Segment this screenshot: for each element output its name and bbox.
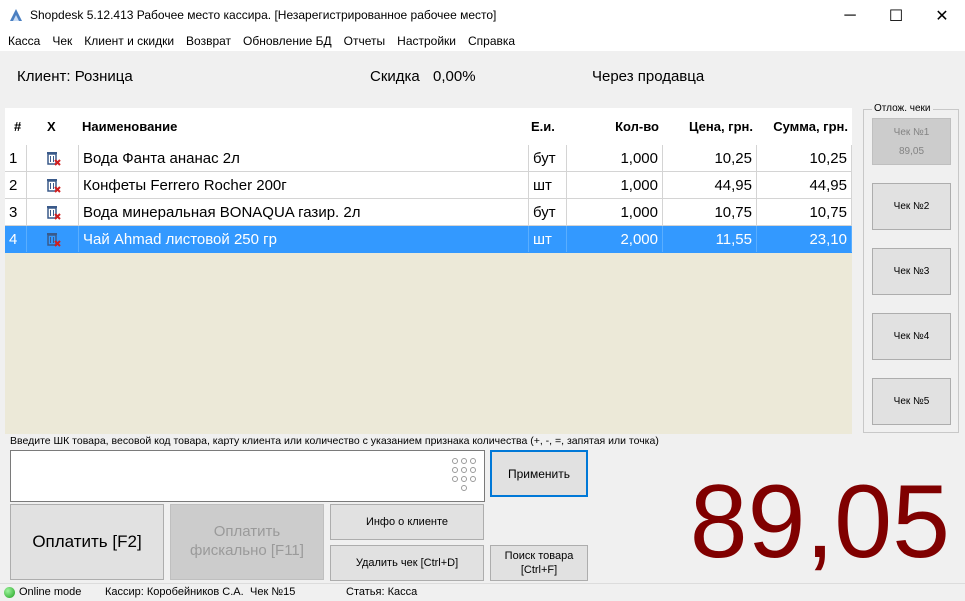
deferred-check-1: Чек №1 89,05 — [872, 118, 951, 165]
deferred-check-3[interactable]: Чек №3 — [872, 248, 951, 295]
pay-button[interactable]: Оплатить [F2] — [10, 504, 164, 580]
row-unit: шт — [529, 172, 567, 198]
row-name: Конфеты Ferrero Rocher 200г — [79, 172, 529, 198]
discount-value: 0,00% — [433, 68, 476, 85]
row-num: 4 — [5, 226, 27, 252]
deferred-check-label: Чек №5 — [893, 396, 930, 407]
input-hint: Введите ШК товара, весовой код товара, к… — [10, 435, 659, 447]
minimize-button[interactable]: ─ — [827, 0, 873, 31]
menu-update-db[interactable]: Обновление БД — [237, 34, 338, 48]
row-qty: 1,000 — [567, 199, 663, 225]
table-row[interactable]: 2 Конфеты Ferrero Rocher 200г шт 1,000 44,95… — [5, 172, 852, 199]
row-price: 10,25 — [663, 145, 757, 171]
row-qty: 2,000 — [567, 226, 663, 252]
online-status-icon — [4, 587, 15, 598]
menu-settings[interactable]: Настройки — [391, 34, 462, 48]
row-price: 44,95 — [663, 172, 757, 198]
client-label: Клиент: Розница — [17, 68, 133, 85]
delete-item-icon[interactable] — [27, 145, 79, 171]
window-title: Shopdesk 5.12.413 Рабочее место кассира.… — [30, 8, 497, 22]
row-sum: 44,95 — [757, 172, 852, 198]
close-button[interactable]: ✕ — [919, 0, 965, 31]
deferred-check-amount: 89,05 — [898, 145, 925, 157]
status-mode: Online mode — [19, 586, 82, 598]
header-num: # — [14, 119, 22, 134]
table-row[interactable]: 4 Чай Ahmad листовой 250 гр шт 2,000 11,55 23… — [5, 226, 852, 253]
status-bar: Online mode Кассир: Коробейников С.А. Че… — [0, 583, 965, 601]
total-amount: 89,05 — [689, 464, 950, 580]
search-product-button[interactable]: Поиск товара [Ctrl+F] — [490, 545, 588, 581]
row-sum: 23,10 — [757, 226, 852, 252]
delete-check-button[interactable]: Удалить чек [Ctrl+D] — [330, 545, 484, 581]
delete-item-icon[interactable] — [27, 172, 79, 198]
row-qty: 1,000 — [567, 145, 663, 171]
deferred-checks-title: Отлож. чеки — [872, 103, 933, 114]
header-qty[interactable]: Кол-во — [567, 108, 659, 145]
barcode-input[interactable] — [10, 450, 485, 502]
row-sum: 10,25 — [757, 145, 852, 171]
search-label-1: Поиск товара — [504, 549, 574, 562]
row-price: 10,75 — [663, 199, 757, 225]
deferred-check-label: Чек №4 — [893, 331, 930, 342]
search-label-2: [Ctrl+F] — [520, 564, 558, 576]
table-row[interactable]: 3 Вода минеральная BONAQUA газир. 2л бут 1,… — [5, 199, 852, 226]
delete-item-icon[interactable] — [27, 199, 79, 225]
menu-kassa[interactable]: Касса — [2, 34, 46, 48]
pay-fiscal-label-1: Оплатить — [213, 523, 281, 541]
title-bar: Shopdesk 5.12.413 Рабочее место кассира.… — [0, 0, 965, 31]
row-num: 1 — [5, 145, 27, 171]
app-icon — [10, 9, 22, 21]
menu-client-discounts[interactable]: Клиент и скидки — [78, 34, 180, 48]
row-unit: бут — [529, 145, 567, 171]
row-num: 3 — [5, 199, 27, 225]
deferred-check-label: Чек №3 — [893, 266, 930, 277]
menu-bar: Касса Чек Клиент и скидки Возврат Обновл… — [0, 31, 965, 51]
header-name[interactable]: Наименование — [82, 108, 177, 145]
deferred-check-label: Чек №2 — [893, 201, 930, 212]
deferred-check-4[interactable]: Чек №4 — [872, 313, 951, 360]
grid-header: # X Наименование Е.и. Кол-во Цена, грн. … — [5, 108, 852, 145]
status-check: Чек №15 — [250, 586, 296, 598]
pay-fiscal-button: Оплатить фискально [F11] — [170, 504, 324, 580]
status-article: Статья: Касса — [346, 586, 418, 598]
row-name: Вода Фанта ананас 2л — [79, 145, 529, 171]
status-cashier: Кассир: Коробейников С.А. — [105, 586, 244, 598]
discount-label: Скидка — [370, 68, 420, 85]
client-info-button[interactable]: Инфо о клиенте — [330, 504, 484, 540]
pay-fiscal-label-2: фискально [F11] — [190, 542, 304, 559]
row-sum: 10,75 — [757, 199, 852, 225]
table-row[interactable]: 1 Вода Фанта ананас 2л бут 1,000 10,25 10,25 — [5, 145, 852, 172]
menu-chek[interactable]: Чек — [46, 34, 78, 48]
header-x: X — [47, 119, 56, 134]
close-icon: ✕ — [935, 7, 949, 25]
menu-return[interactable]: Возврат — [180, 34, 237, 48]
menu-help[interactable]: Справка — [462, 34, 521, 48]
menu-reports[interactable]: Отчеты — [338, 34, 391, 48]
maximize-icon: ☐ — [888, 7, 904, 25]
maximize-button[interactable]: ☐ — [873, 0, 919, 31]
deferred-check-5[interactable]: Чек №5 — [872, 378, 951, 425]
row-unit: бут — [529, 199, 567, 225]
row-num: 2 — [5, 172, 27, 198]
delete-item-icon[interactable] — [27, 226, 79, 252]
sale-mode-label: Через продавца — [592, 68, 705, 85]
row-price: 11,55 — [663, 226, 757, 252]
apply-button[interactable]: Применить — [490, 450, 588, 497]
row-name: Чай Ahmad листовой 250 гр — [79, 226, 529, 252]
deferred-check-2[interactable]: Чек №2 — [872, 183, 951, 230]
deferred-check-label: Чек №1 — [893, 126, 930, 138]
header-sum[interactable]: Сумма, грн. — [757, 108, 848, 145]
keypad-icon[interactable] — [450, 458, 480, 496]
row-qty: 1,000 — [567, 172, 663, 198]
row-unit: шт — [529, 226, 567, 252]
items-grid: # X Наименование Е.и. Кол-во Цена, грн. … — [5, 108, 852, 434]
row-name: Вода минеральная BONAQUA газир. 2л — [79, 199, 529, 225]
deferred-checks-panel: Отлож. чеки Чек №1 89,05 Чек №2 Чек №3 Ч… — [863, 103, 959, 433]
minimize-icon: ─ — [844, 6, 856, 24]
header-unit[interactable]: Е.и. — [531, 108, 555, 145]
header-price[interactable]: Цена, грн. — [663, 108, 753, 145]
